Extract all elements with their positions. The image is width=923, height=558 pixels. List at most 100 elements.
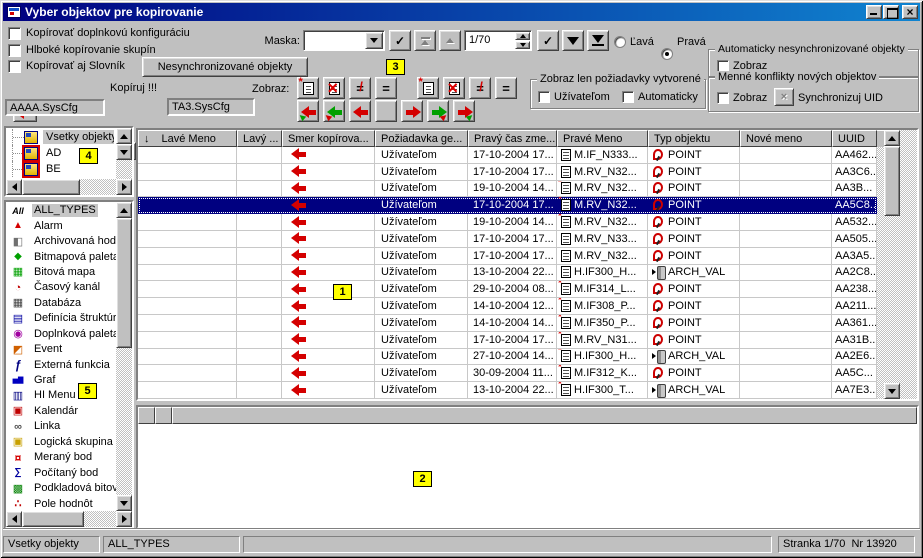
object-type-item[interactable]: ∴ Pole hodnôt [6, 496, 116, 511]
column-header-6[interactable]: Pravé Meno [557, 130, 648, 147]
table-row[interactable]: Užívateľom 17-10-2004 17... M.RV_N32... … [138, 248, 877, 265]
next-page-button[interactable] [562, 30, 584, 51]
previous-page-button[interactable] [439, 30, 461, 51]
table-vscrollbar[interactable] [884, 130, 900, 399]
scroll-thumb[interactable] [884, 146, 900, 216]
detail-header-cell-2[interactable] [155, 407, 172, 424]
dir-right-red-green-button[interactable] [453, 100, 475, 122]
unsynchronized-objects-button[interactable]: Nesynchronizované objekty [142, 57, 308, 77]
scroll-up-button[interactable] [884, 130, 900, 146]
show-equal-button[interactable] [495, 77, 517, 99]
dir-left-green-red-button[interactable] [323, 100, 345, 122]
object-type-item[interactable]: ▲ Alarm [6, 218, 116, 233]
scroll-right-button[interactable] [116, 511, 132, 527]
table-row[interactable]: Užívateľom 17-10-2004 17... M.RV_N31... … [138, 332, 877, 349]
table-row[interactable]: Užívateľom 17-10-2004 17... M.RV_N33... … [138, 231, 877, 248]
column-header-5[interactable]: Pravý čas zme... [468, 130, 557, 147]
table-row[interactable]: Užívateľom 13-10-2004 22... H.IF300_H...… [138, 265, 877, 282]
object-type-item[interactable]: ▩ Podkladová bitová [6, 481, 116, 496]
object-type-item[interactable]: ▣ Kalendár [6, 404, 116, 419]
copy-extra-config-checkbox[interactable] [8, 27, 21, 40]
requests-automatic-checkbox[interactable] [622, 91, 634, 103]
object-type-item[interactable]: ▦ Bitová mapa [6, 265, 116, 280]
column-header-7[interactable]: Typ objektu [648, 130, 740, 147]
tree-item[interactable]: Vsetky objekty [6, 129, 114, 145]
table-row[interactable]: Užívateľom 17-10-2004 17... M.IF_N333...… [138, 147, 877, 164]
show-different-button[interactable] [469, 77, 491, 99]
go-to-page-button[interactable]: ✓ [537, 30, 559, 51]
scroll-down-button[interactable] [884, 383, 900, 399]
table-row[interactable]: Užívateľom 17-10-2004 17... M.RV_N32... … [138, 197, 877, 214]
source-system-field[interactable]: AAAA.SysCfg [5, 99, 105, 116]
object-type-item[interactable]: ∑ Počítaný bod [6, 465, 116, 480]
detail-header-cell-1[interactable] [138, 407, 155, 424]
scroll-left-button[interactable] [6, 511, 22, 527]
table-row[interactable]: Užívateľom 17-10-2004 17... M.RV_N32... … [138, 164, 877, 181]
object-type-item[interactable]: ▦ Databáza [6, 296, 116, 311]
object-type-item[interactable]: ◔ Časový kanál [6, 280, 116, 295]
table-row[interactable]: Užívateľom 27-10-2004 14... H.IF300_H...… [138, 349, 877, 366]
close-button[interactable]: × [902, 5, 918, 19]
deep-copy-groups-checkbox[interactable] [8, 44, 21, 57]
tree-hscrollbar[interactable] [6, 179, 132, 195]
scroll-left-button[interactable] [6, 179, 22, 195]
left-side-radio[interactable] [614, 36, 626, 48]
show-deleted-button[interactable] [323, 77, 345, 99]
scroll-thumb[interactable] [116, 218, 132, 348]
dir-left-red-green-button[interactable] [297, 100, 319, 122]
page-spinner[interactable]: 1/70 [464, 30, 532, 51]
table-row[interactable]: Užívateľom 13-10-2004 22... H.IF300_T...… [138, 382, 877, 399]
spin-down-button[interactable] [515, 41, 530, 49]
tree-vscrollbar[interactable] [116, 128, 132, 179]
object-type-item[interactable]: ▅▇ Graf [6, 373, 116, 388]
detail-header-cell-3[interactable] [172, 407, 917, 424]
target-system-field[interactable]: TA3.SysCfg [167, 98, 255, 116]
scroll-up-button[interactable] [116, 128, 132, 144]
object-type-item[interactable]: ¤ Meraný bod [6, 450, 116, 465]
table-row[interactable]: Užívateľom 14-10-2004 12... M.IF308_P...… [138, 298, 877, 315]
requests-by-user-checkbox[interactable] [538, 91, 550, 103]
show-deleted-button[interactable] [443, 77, 465, 99]
dir-left-red-button[interactable] [349, 100, 371, 122]
dir-none-button[interactable] [375, 100, 397, 122]
maximize-button[interactable] [883, 5, 899, 19]
dir-right-red-button[interactable] [401, 100, 423, 122]
right-side-radio[interactable] [661, 48, 673, 60]
column-header-2[interactable]: Lavý ... [237, 130, 282, 147]
table-row[interactable]: Užívateľom 30-09-2004 11... M.IF312_K...… [138, 365, 877, 382]
minimize-button[interactable] [866, 5, 882, 19]
list-vscrollbar[interactable] [116, 202, 132, 511]
table-row[interactable]: Užívateľom 14-10-2004 14... M.IF350_P...… [138, 315, 877, 332]
scroll-down-button[interactable] [116, 495, 132, 511]
object-type-item[interactable]: All ALL_TYPES [6, 203, 116, 218]
object-type-item[interactable]: ∞ Linka [6, 419, 116, 434]
first-page-button[interactable] [414, 30, 436, 51]
scroll-up-button[interactable] [116, 202, 132, 218]
object-type-item[interactable]: ◧ Archivovaná hodn [6, 234, 116, 249]
scroll-thumb[interactable] [22, 511, 84, 527]
object-type-item[interactable]: ▣ Logická skupina [6, 435, 116, 450]
spin-up-button[interactable] [515, 32, 530, 40]
show-requests-button[interactable] [417, 77, 439, 99]
scroll-thumb[interactable] [22, 179, 80, 195]
apply-mask-button[interactable]: ✓ [389, 30, 411, 51]
scroll-right-button[interactable] [116, 179, 132, 195]
column-header-3[interactable]: Smer kopírova... [282, 130, 375, 147]
list-hscrollbar[interactable] [6, 511, 132, 527]
scroll-down-button[interactable] [116, 144, 132, 160]
object-type-item[interactable]: ◩ Event [6, 342, 116, 357]
column-header-9[interactable]: UUID [832, 130, 877, 147]
maska-combobox[interactable] [303, 30, 385, 51]
object-type-item[interactable]: ◉ Doplnková paleta [6, 327, 116, 342]
table-row[interactable]: Užívateľom 29-10-2004 08... M.IF314_L...… [138, 281, 877, 298]
copy-dictionary-checkbox[interactable] [8, 60, 21, 73]
table-row[interactable]: Užívateľom 19-10-2004 14... M.RV_N32... … [138, 181, 877, 198]
object-type-item[interactable]: ◆ Bitmapová paleta [6, 249, 116, 264]
show-equal-button[interactable] [375, 77, 397, 99]
show-requests-button[interactable] [297, 77, 319, 99]
synchronize-uid-button[interactable]: × [774, 88, 794, 106]
conflicts-show-checkbox[interactable] [717, 92, 729, 104]
show-different-button[interactable] [349, 77, 371, 99]
table-row[interactable]: Užívateľom 19-10-2004 14... M.RV_N32... … [138, 214, 877, 231]
column-header-1[interactable]: ↓Lavé Meno [138, 130, 237, 147]
